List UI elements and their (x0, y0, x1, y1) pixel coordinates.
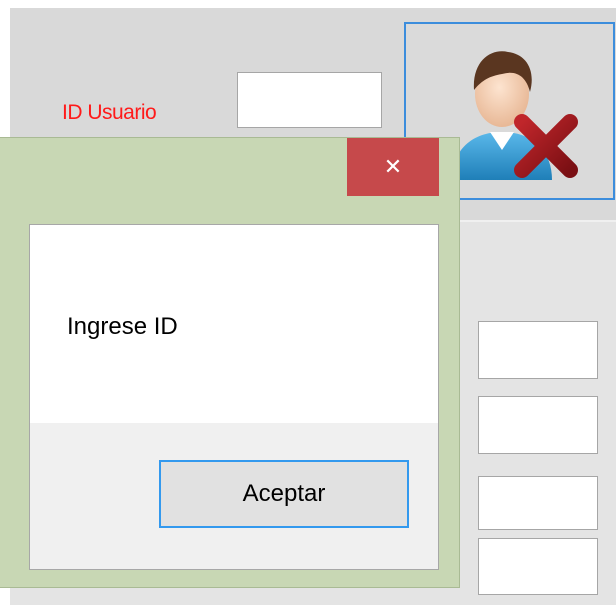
dialog-button-area: Aceptar (30, 423, 438, 569)
id-usuario-label: ID Usuario (62, 101, 157, 124)
text-field-3[interactable] (478, 476, 598, 530)
text-field-4[interactable] (478, 538, 598, 595)
dialog-content: Ingrese ID Aceptar (29, 224, 439, 570)
close-icon: ✕ (383, 154, 403, 180)
text-field-1[interactable] (478, 321, 598, 379)
dialog-message: Ingrese ID (67, 313, 178, 340)
aceptar-button[interactable]: Aceptar (159, 460, 409, 528)
close-button[interactable]: ✕ (347, 138, 439, 196)
text-field-2[interactable] (478, 396, 598, 454)
id-usuario-input[interactable] (237, 72, 382, 128)
delete-user-icon (452, 51, 578, 180)
message-dialog: ✕ Ingrese ID Aceptar (0, 137, 460, 588)
